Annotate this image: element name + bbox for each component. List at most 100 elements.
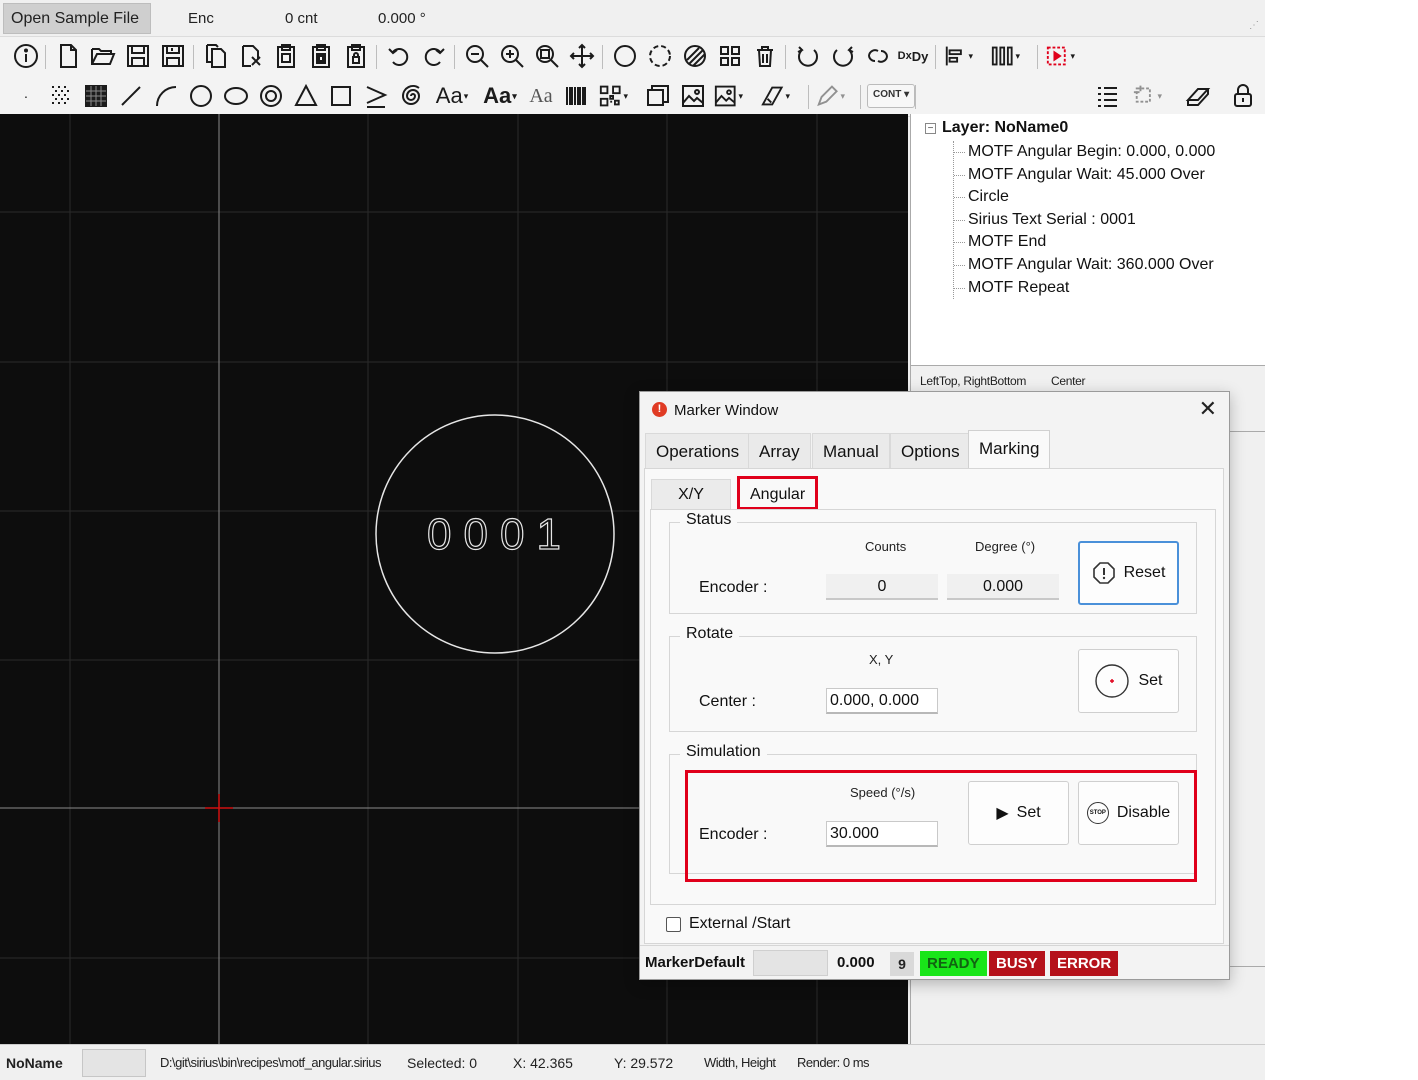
- xy-header: X, Y: [869, 652, 894, 667]
- offset-icon[interactable]: Dx Dy: [898, 41, 929, 71]
- external-start-checkbox[interactable]: External /Start: [666, 915, 790, 933]
- drawing-toolbar: · Aa Aa Aa CONT ▾: [0, 77, 1265, 117]
- hatch-icon[interactable]: [680, 41, 710, 71]
- tree-item[interactable]: Sirius Text Serial : 0001: [954, 209, 1215, 232]
- collapse-icon[interactable]: −: [925, 122, 936, 134]
- tree-item[interactable]: MOTF Angular Wait: 360.000 Over: [954, 254, 1215, 277]
- tab-options[interactable]: Options: [890, 433, 971, 468]
- clipboard-icon[interactable]: [306, 41, 336, 71]
- point-icon[interactable]: ·: [11, 81, 41, 111]
- transform-icon[interactable]: [1132, 81, 1162, 111]
- zoom-in-icon[interactable]: [497, 41, 527, 71]
- new-file-icon[interactable]: [53, 41, 83, 71]
- copy-icon[interactable]: [201, 41, 231, 71]
- tab-operations[interactable]: Operations: [645, 433, 751, 468]
- text-bold-icon[interactable]: Aa: [478, 81, 522, 111]
- alert-icon: !: [652, 402, 667, 417]
- qrcode-icon[interactable]: [598, 81, 628, 111]
- lock-icon[interactable]: [1228, 81, 1258, 111]
- eraser-icon[interactable]: [1183, 81, 1213, 111]
- tree-item[interactable]: MOTF Angular Begin: 0.000, 0.000: [954, 141, 1215, 164]
- marker-status-bar: MarkerDefault 0.000 9 READY BUSY ERROR: [640, 945, 1229, 979]
- entity-tree[interactable]: − Layer: NoName0 MOTF Angular Begin: 0.0…: [910, 114, 1265, 366]
- pan-icon[interactable]: [567, 41, 597, 71]
- tree-root-layer[interactable]: − Layer: NoName0: [925, 119, 1068, 137]
- marker-window-icon[interactable]: [1045, 41, 1075, 71]
- rotate-set-button[interactable]: Set: [1078, 649, 1179, 713]
- measure-icon[interactable]: [760, 81, 790, 111]
- distribute-icon[interactable]: [990, 41, 1020, 71]
- circle-group-icon[interactable]: [610, 41, 640, 71]
- tab-manual[interactable]: Manual: [812, 433, 890, 468]
- error-badge: ERROR: [1050, 951, 1119, 976]
- width-height: Width, Height: [704, 1055, 776, 1070]
- spiral-circle-icon[interactable]: [256, 81, 286, 111]
- pen-icon[interactable]: [815, 81, 845, 111]
- undo-icon[interactable]: [384, 41, 414, 71]
- align-icon[interactable]: [943, 41, 973, 71]
- mirror-icon[interactable]: [863, 41, 893, 71]
- ellipse-icon[interactable]: [221, 81, 251, 111]
- array-icon[interactable]: [715, 41, 745, 71]
- tab-array[interactable]: Array: [748, 433, 811, 468]
- tree-item[interactable]: Circle: [954, 186, 1215, 209]
- subtab-angular[interactable]: Angular: [737, 476, 819, 510]
- zoom-out-icon[interactable]: [462, 41, 492, 71]
- text-outline-icon[interactable]: Aa: [526, 81, 556, 111]
- rotate-cw-icon[interactable]: [828, 41, 858, 71]
- resize-grip-icon: ⋰: [1249, 20, 1259, 31]
- marker-profile: MarkerDefault: [645, 954, 746, 971]
- paste-special-icon[interactable]: [271, 41, 301, 71]
- center-label: Center: [1051, 374, 1086, 388]
- angular-page: Status Counts Degree (°) Encoder : 0 0.0…: [650, 509, 1216, 932]
- file-path: D:\git\sirius\bin\recipes\motf_angular.s…: [160, 1055, 382, 1070]
- status-group: Status Counts Degree (°) Encoder : 0 0.0…: [669, 511, 1197, 614]
- list-icon[interactable]: [1092, 81, 1122, 111]
- line-icon[interactable]: [116, 81, 146, 111]
- origin-marker: [205, 794, 233, 822]
- ungroup-icon[interactable]: [645, 41, 675, 71]
- save-as-icon[interactable]: [158, 41, 188, 71]
- rectangle-icon[interactable]: [326, 81, 356, 111]
- raster-icon[interactable]: [81, 81, 111, 111]
- center-label: Center :: [699, 693, 756, 710]
- point-cloud-icon[interactable]: [46, 81, 76, 111]
- image-icon[interactable]: [678, 81, 708, 111]
- counts-header: Counts: [865, 539, 907, 554]
- tree-item[interactable]: MOTF End: [954, 231, 1215, 254]
- polyline-icon[interactable]: [361, 81, 391, 111]
- delete-icon[interactable]: [750, 41, 780, 71]
- subtab-xy[interactable]: X/Y: [651, 479, 731, 509]
- text-icon[interactable]: Aa: [432, 81, 472, 111]
- checkbox-box[interactable]: [666, 916, 681, 932]
- spiral-icon[interactable]: [396, 81, 426, 111]
- open-sample-file-button[interactable]: Open Sample File: [3, 3, 151, 34]
- status-encoder-label: Encoder :: [699, 579, 768, 596]
- rotate-ccw-icon[interactable]: [793, 41, 823, 71]
- center-input[interactable]: 0.000, 0.000: [826, 688, 938, 714]
- arc-icon[interactable]: [151, 81, 181, 111]
- ready-badge: READY: [920, 951, 987, 976]
- zoom-window-icon[interactable]: [532, 41, 562, 71]
- continuous-mode-button[interactable]: CONT ▾: [867, 84, 916, 108]
- image-list-icon[interactable]: [713, 81, 743, 111]
- barcode-icon[interactable]: [561, 81, 591, 111]
- triangle-icon[interactable]: [291, 81, 321, 111]
- close-icon[interactable]: ✕: [1199, 397, 1217, 421]
- tree-item[interactable]: MOTF Angular Wait: 45.000 Over: [954, 164, 1215, 187]
- main-toolbar: Dx Dy: [0, 37, 1265, 77]
- info-icon[interactable]: [11, 41, 41, 71]
- redo-icon[interactable]: [419, 41, 449, 71]
- layer-icon[interactable]: [643, 81, 673, 111]
- save-icon[interactable]: [123, 41, 153, 71]
- reset-button[interactable]: Reset: [1078, 541, 1179, 605]
- tab-marking-on-the-fly[interactable]: Marking On The Fly: [968, 430, 1051, 530]
- marker-window: ! Marker Window ✕ Operations Array Manua…: [639, 391, 1230, 980]
- circle-icon[interactable]: [186, 81, 216, 111]
- clipboard-lock-icon[interactable]: [341, 41, 371, 71]
- tree-item[interactable]: MOTF Repeat: [954, 277, 1215, 300]
- marker-title: Marker Window: [674, 402, 779, 419]
- paste-icon[interactable]: [236, 41, 266, 71]
- marker-titlebar[interactable]: ! Marker Window ✕: [640, 392, 1229, 428]
- open-folder-icon[interactable]: [88, 41, 118, 71]
